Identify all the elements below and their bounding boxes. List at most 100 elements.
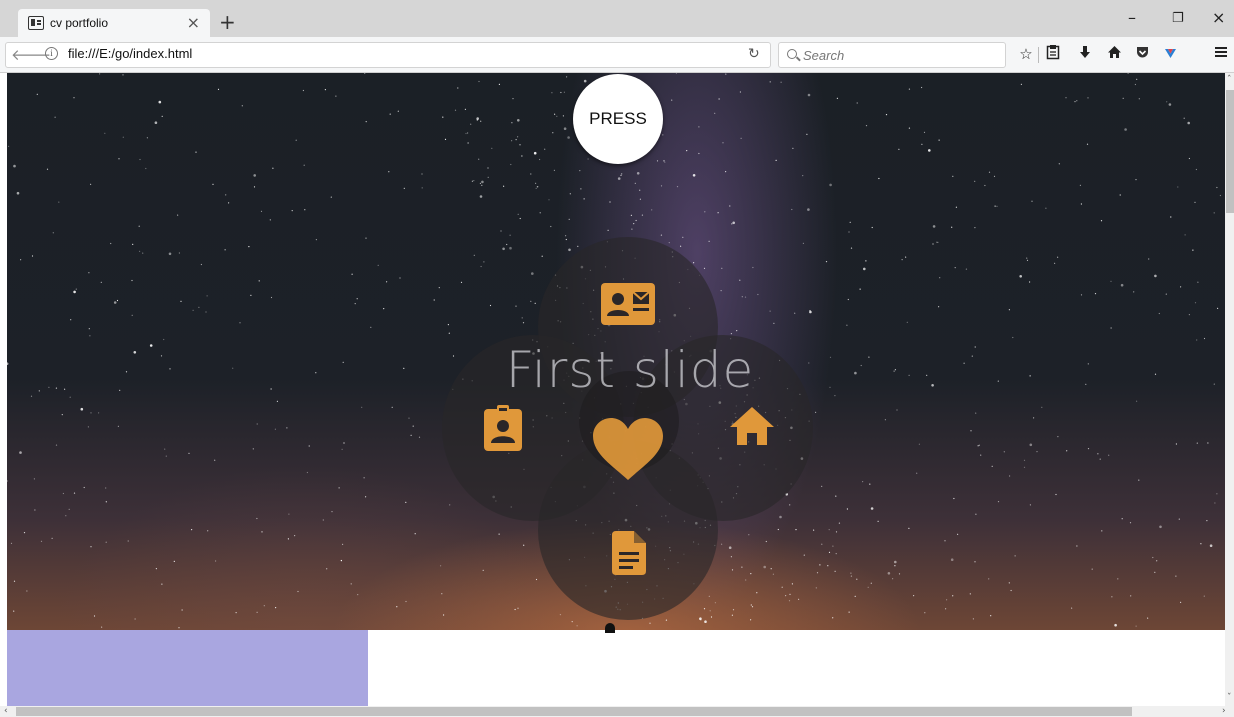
star (1087, 363, 1089, 365)
download-icon[interactable] (1075, 45, 1095, 64)
star (1156, 560, 1158, 562)
star (587, 158, 589, 160)
star (291, 210, 293, 212)
star (892, 578, 894, 580)
star (566, 76, 568, 78)
star (105, 487, 107, 489)
new-tab-button[interactable]: + (219, 12, 236, 32)
star-icon[interactable]: ☆ (1016, 45, 1036, 63)
scroll-up-arrow-icon[interactable]: ˆ (1227, 76, 1232, 85)
star (563, 91, 566, 93)
star (365, 121, 367, 123)
star (1184, 234, 1186, 236)
star (744, 296, 747, 298)
menu-icon[interactable] (1211, 45, 1231, 63)
star (1133, 291, 1135, 293)
star (235, 612, 237, 614)
press-button[interactable]: PRESS (573, 74, 663, 164)
star (745, 579, 747, 581)
tab-cv-portfolio[interactable]: cv portfolio × (18, 9, 210, 37)
search-input[interactable] (803, 46, 998, 64)
star (662, 134, 664, 136)
url-text[interactable]: file:///E:/go/index.html (68, 46, 192, 61)
star (924, 612, 926, 614)
star (180, 300, 182, 302)
star (168, 252, 172, 256)
star (341, 448, 343, 450)
back-arrow-icon[interactable]: 🡐 (11, 46, 51, 64)
extension-icon[interactable] (1160, 45, 1180, 64)
star (377, 264, 379, 266)
vertical-scrollbar-thumb[interactable] (1226, 90, 1234, 213)
home-icon[interactable] (1104, 45, 1124, 64)
star (921, 143, 923, 145)
search-box[interactable] (778, 42, 1006, 68)
star (977, 445, 979, 447)
star (791, 208, 793, 211)
star (515, 139, 517, 141)
horizontal-scrollbar-thumb[interactable] (16, 707, 1132, 716)
star (512, 98, 514, 100)
minimize-button[interactable]: – (1128, 10, 1136, 26)
star (878, 177, 880, 180)
tab-close-icon[interactable]: × (187, 15, 200, 31)
star (118, 158, 120, 160)
star (177, 214, 179, 216)
star (809, 310, 812, 314)
star (1031, 200, 1033, 202)
star (551, 92, 553, 94)
star (859, 288, 861, 290)
reload-icon[interactable]: ↻ (748, 46, 760, 62)
star (1183, 117, 1185, 119)
star (410, 434, 412, 436)
star (1121, 518, 1123, 520)
star (132, 243, 134, 245)
star (119, 389, 121, 391)
star (206, 295, 208, 297)
star (33, 478, 35, 480)
scroll-down-arrow-icon[interactable]: ˇ (1227, 694, 1232, 703)
star (750, 619, 752, 621)
star (215, 560, 217, 562)
star (533, 151, 537, 155)
restore-button[interactable]: ❐ (1172, 12, 1184, 25)
star (714, 602, 717, 604)
star (40, 540, 43, 542)
star (1147, 617, 1149, 619)
star (98, 412, 100, 414)
star (1124, 128, 1127, 131)
star (295, 139, 297, 141)
star (288, 513, 290, 515)
star (1100, 220, 1103, 222)
star (357, 594, 359, 596)
star (104, 132, 106, 134)
star (950, 558, 954, 561)
star (478, 80, 480, 83)
star (815, 587, 817, 589)
star (791, 583, 794, 585)
star (757, 293, 759, 296)
star (1009, 475, 1011, 477)
info-icon[interactable]: i (45, 47, 58, 60)
star (1045, 207, 1047, 209)
pocket-icon[interactable] (1132, 45, 1152, 64)
reading-list-icon[interactable] (1043, 45, 1063, 64)
star (212, 183, 214, 185)
star (173, 560, 175, 562)
tab-strip: cv portfolio × + – ❐ × (0, 0, 1234, 37)
star (731, 569, 734, 571)
star (10, 542, 13, 544)
scroll-left-arrow-icon[interactable]: ‹ (4, 707, 8, 716)
star (498, 533, 500, 535)
star (363, 477, 365, 479)
star (548, 199, 550, 201)
star (1217, 307, 1219, 309)
star (710, 616, 713, 618)
star (511, 140, 513, 142)
star (1023, 466, 1026, 468)
close-window-button[interactable]: × (1212, 10, 1225, 26)
star (1175, 575, 1177, 577)
star (1066, 450, 1068, 452)
scroll-right-arrow-icon[interactable]: › (1222, 707, 1226, 716)
star (552, 132, 554, 134)
